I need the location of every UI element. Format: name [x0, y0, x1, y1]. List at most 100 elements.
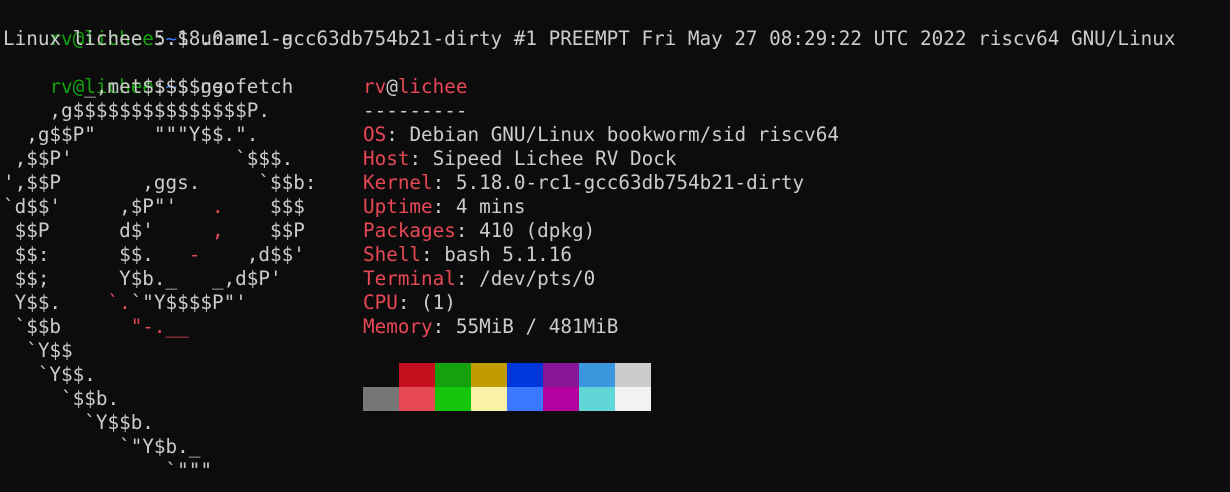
logo-segment: ,	[211, 219, 224, 242]
info-field-key: Kernel	[363, 171, 433, 194]
logo-segment: `"""	[3, 459, 212, 482]
info-field-separator: :	[397, 291, 422, 314]
prompt-line-neofetch: rv@lichee:~$ neofetch	[3, 51, 293, 98]
info-fields: OS: Debian GNU/Linux bookworm/sid riscv6…	[363, 123, 1223, 339]
debian-ascii-logo: _,met$$$$$gg. ,g$$$$$$$$$$$$$$$P. ,g$$P"…	[3, 75, 348, 485]
logo-segment: `$$b.	[3, 387, 120, 410]
info-field-value: Debian GNU/Linux bookworm/sid riscv64	[409, 123, 839, 146]
logo-row: `$$b "-.__	[3, 315, 348, 339]
logo-segment: `Y$$	[3, 339, 73, 362]
info-title-user: rv	[363, 75, 387, 98]
info-title-at: @	[386, 75, 398, 98]
logo-segment: ',$$P ,ggs. `$$b:	[3, 171, 317, 194]
info-field-separator: :	[421, 243, 445, 266]
info-field-key: Packages	[363, 219, 456, 242]
color-swatch-bright	[399, 387, 435, 411]
logo-segment: `$$b	[3, 315, 131, 338]
info-field-key: Host	[363, 147, 410, 170]
info-field-value: 55MiB / 481MiB	[455, 315, 619, 338]
info-field-separator: :	[455, 219, 480, 242]
logo-row: `d$$' ,$P"' . $$$	[3, 195, 348, 219]
logo-segment: Y$$.	[3, 291, 108, 314]
color-palette	[363, 363, 651, 411]
info-field-key: Uptime	[363, 195, 433, 218]
info-field-uptime: Uptime: 4 mins	[363, 195, 1223, 219]
info-field-value: /dev/pts/0	[479, 267, 596, 290]
info-field-key: CPU	[363, 291, 398, 314]
info-field-key: Memory	[363, 315, 433, 338]
info-field-separator: :	[432, 315, 456, 338]
logo-row: `Y$$.	[3, 363, 348, 387]
logo-row: ',$$P ,ggs. `$$b:	[3, 171, 348, 195]
logo-segment: `"Y$b._	[3, 435, 201, 458]
color-swatch-normal	[579, 363, 615, 387]
logo-segment: "-.__	[130, 315, 189, 338]
logo-segment: $$; Y$b._ _,d$P'	[3, 267, 282, 290]
logo-segment: $$P	[223, 219, 305, 242]
color-swatch-normal	[471, 363, 507, 387]
palette-row-bright	[363, 387, 651, 411]
color-swatch-bright	[507, 387, 543, 411]
logo-row: Y$$. `.`"Y$$$$P"'	[3, 291, 348, 315]
color-swatch-normal	[615, 363, 651, 387]
neofetch-info: rv@lichee --------- OS: Debian GNU/Linux…	[363, 75, 1223, 339]
info-title-host: lichee	[397, 75, 468, 98]
palette-row-normal	[363, 363, 651, 387]
info-field-separator: :	[432, 171, 456, 194]
color-swatch-bright	[579, 387, 615, 411]
logo-segment: ,d$$'	[200, 243, 305, 266]
prompt-line-uname: rv@lichee:~$ uname -a	[3, 3, 293, 50]
logo-row: `"""	[3, 459, 348, 483]
logo-segment: ,$$P' `$$$.	[3, 147, 294, 170]
info-field-key: Terminal	[363, 267, 456, 290]
info-field-value: bash 5.1.16	[444, 243, 572, 266]
logo-segment: $$: $$.	[3, 243, 189, 266]
info-field-value: 410 (dpkg)	[479, 219, 596, 242]
info-field-os: OS: Debian GNU/Linux bookworm/sid riscv6…	[363, 123, 1223, 147]
info-field-kernel: Kernel: 5.18.0-rc1-gcc63db754b21-dirty	[363, 171, 1223, 195]
color-swatch-bright	[435, 387, 471, 411]
logo-segment: ,g$$$$$$$$$$$$$$$P.	[3, 99, 270, 122]
logo-row: ,$$P' `$$$.	[3, 147, 348, 171]
logo-row: `$$b.	[3, 387, 348, 411]
uname-output: Linux lichee 5.18.0-rc1-gcc63db754b21-di…	[3, 27, 1176, 50]
info-field-value: 4 mins	[455, 195, 526, 218]
logo-row: `"Y$b._	[3, 435, 348, 459]
logo-segment: $$$	[223, 195, 305, 218]
info-field-cpu: CPU: (1)	[363, 291, 1223, 315]
info-field-value: 5.18.0-rc1-gcc63db754b21-dirty	[455, 171, 805, 194]
logo-segment: ,g$$P" """Y$$.".	[3, 123, 259, 146]
info-field-terminal: Terminal: /dev/pts/0	[363, 267, 1223, 291]
logo-row: _,met$$$$$gg.	[3, 75, 348, 99]
logo-row: $$: $$. - ,d$$'	[3, 243, 348, 267]
logo-segment: _,met$$$$$gg.	[3, 75, 236, 98]
info-field-separator: :	[455, 267, 480, 290]
logo-segment: `Y$$b.	[3, 411, 154, 434]
info-field-separator: :	[386, 123, 410, 146]
logo-segment: `"Y$$$$P"'	[130, 291, 247, 314]
terminal-window[interactable]: rv@lichee:~$ uname -a Linux lichee 5.18.…	[0, 0, 1230, 492]
info-title: rv@lichee	[363, 75, 1223, 99]
color-swatch-normal	[435, 363, 471, 387]
info-field-value: (1)	[421, 291, 456, 314]
info-underline: ---------	[363, 99, 468, 122]
logo-segment: -	[188, 243, 201, 266]
color-swatch-normal	[363, 363, 399, 387]
logo-row: ,g$$$$$$$$$$$$$$$P.	[3, 99, 348, 123]
logo-segment: `d$$' ,$P"'	[3, 195, 212, 218]
info-field-separator: :	[409, 147, 433, 170]
info-field-shell: Shell: bash 5.1.16	[363, 243, 1223, 267]
color-swatch-normal	[399, 363, 435, 387]
color-swatch-normal	[507, 363, 543, 387]
info-field-key: Shell	[363, 243, 422, 266]
color-swatch-bright	[615, 387, 651, 411]
info-field-packages: Packages: 410 (dpkg)	[363, 219, 1223, 243]
color-swatch-bright	[543, 387, 579, 411]
logo-segment: `Y$$.	[3, 363, 96, 386]
info-field-memory: Memory: 55MiB / 481MiB	[363, 315, 1223, 339]
logo-segment: $$P d$'	[3, 219, 212, 242]
color-swatch-bright	[363, 387, 399, 411]
info-field-key: OS	[363, 123, 387, 146]
logo-row: `Y$$b.	[3, 411, 348, 435]
info-field-host: Host: Sipeed Lichee RV Dock	[363, 147, 1223, 171]
